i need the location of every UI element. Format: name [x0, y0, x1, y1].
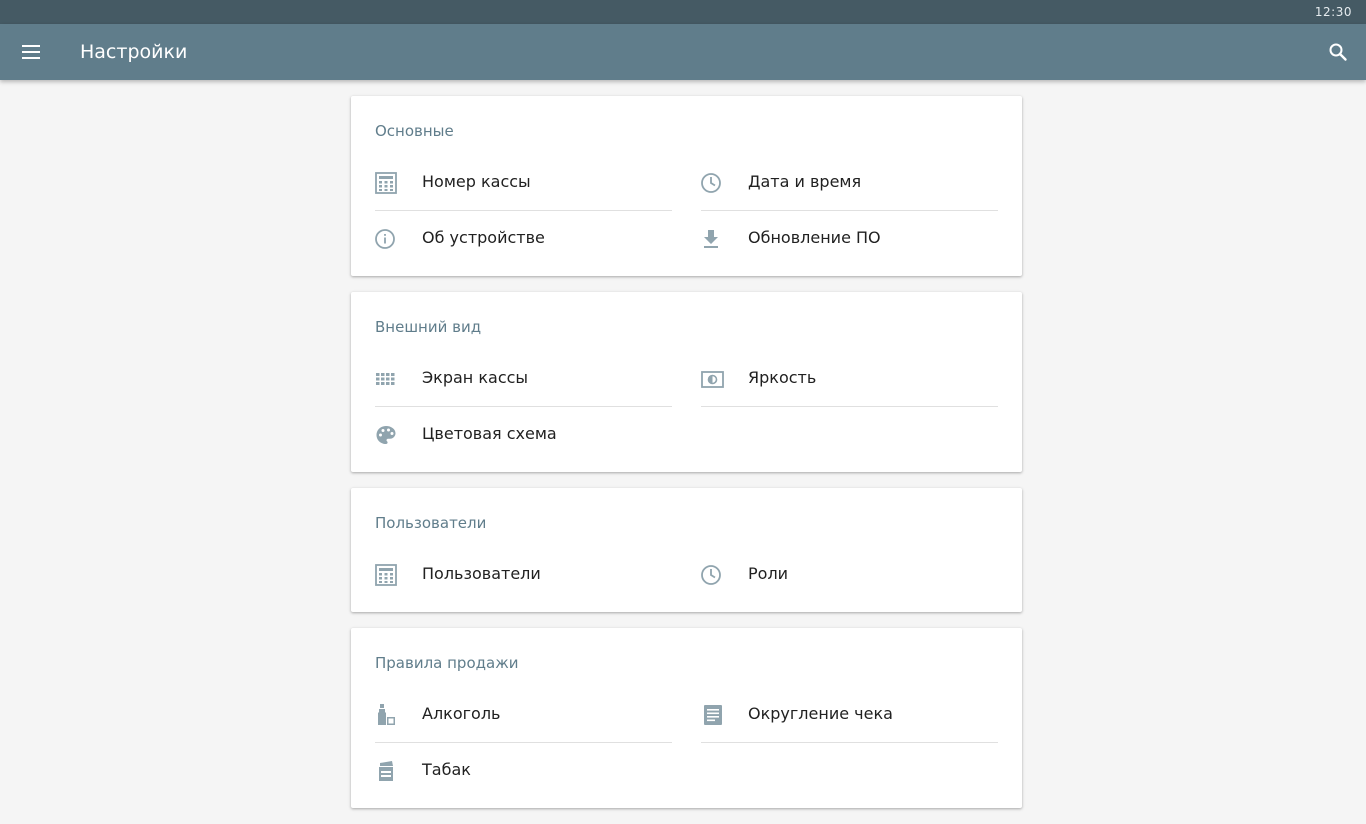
palette-icon	[375, 423, 399, 447]
tobacco-icon	[375, 759, 399, 783]
section-items: Алкоголь Округление чека Табак	[375, 687, 998, 799]
setting-label: Яркость	[748, 368, 817, 387]
section-sale-rules: Правила продажи Алкоголь Округление чека…	[351, 628, 1022, 808]
page-title: Настройки	[80, 41, 188, 63]
setting-about-device[interactable]: Об устройстве	[375, 211, 672, 267]
setting-label: Табак	[422, 760, 471, 779]
section-title: Пользователи	[375, 514, 487, 532]
status-time: 12:30	[1314, 5, 1352, 19]
app-bar: Настройки	[0, 24, 1366, 80]
setting-label: Пользователи	[422, 564, 541, 583]
setting-label: Роли	[748, 564, 789, 583]
brightness-icon	[701, 367, 725, 391]
setting-receipt-rounding[interactable]: Округление чека	[701, 687, 998, 743]
setting-label: Экран кассы	[422, 368, 529, 387]
setting-brightness[interactable]: Яркость	[701, 351, 998, 407]
search-icon[interactable]	[1326, 40, 1350, 64]
settings-content: Основные Номер кассы Дата и время Об уст…	[351, 96, 1022, 824]
setting-date-time[interactable]: Дата и время	[701, 155, 998, 211]
setting-label: Дата и время	[748, 172, 862, 191]
setting-alcohol[interactable]: Алкоголь	[375, 687, 672, 743]
setting-roles[interactable]: Роли	[701, 547, 998, 603]
setting-label: Об устройстве	[422, 228, 545, 247]
clock-icon	[701, 171, 725, 195]
section-title: Правила продажи	[375, 654, 519, 672]
setting-label: Цветовая схема	[422, 424, 557, 443]
section-basic: Основные Номер кассы Дата и время Об уст…	[351, 96, 1022, 276]
setting-cash-register-number[interactable]: Номер кассы	[375, 155, 672, 211]
receipt-icon	[701, 703, 725, 727]
calculator-icon	[375, 563, 399, 587]
section-users: Пользователи Пользователи Роли	[351, 488, 1022, 612]
setting-software-update[interactable]: Обновление ПО	[701, 211, 998, 267]
section-title: Внешний вид	[375, 318, 482, 336]
section-appearance: Внешний вид Экран кассы Яркость Цветовая…	[351, 292, 1022, 472]
bottle-icon	[375, 703, 399, 727]
clock-icon	[701, 563, 725, 587]
setting-cash-screen[interactable]: Экран кассы	[375, 351, 672, 407]
section-items: Номер кассы Дата и время Об устройстве О…	[375, 155, 998, 267]
setting-label: Обновление ПО	[748, 228, 881, 247]
menu-icon[interactable]	[16, 40, 46, 64]
info-icon	[375, 227, 399, 251]
setting-color-scheme[interactable]: Цветовая схема	[375, 407, 672, 463]
setting-tobacco[interactable]: Табак	[375, 743, 672, 799]
setting-users[interactable]: Пользователи	[375, 547, 672, 603]
setting-label: Номер кассы	[422, 172, 531, 191]
grid-icon	[375, 367, 399, 391]
setting-label: Округление чека	[748, 704, 893, 723]
section-items: Пользователи Роли	[375, 547, 998, 603]
section-title: Основные	[375, 122, 454, 140]
calculator-icon	[375, 171, 399, 195]
download-icon	[701, 227, 725, 251]
status-bar: 12:30	[0, 0, 1366, 24]
setting-label: Алкоголь	[422, 704, 501, 723]
section-items: Экран кассы Яркость Цветовая схема	[375, 351, 998, 463]
